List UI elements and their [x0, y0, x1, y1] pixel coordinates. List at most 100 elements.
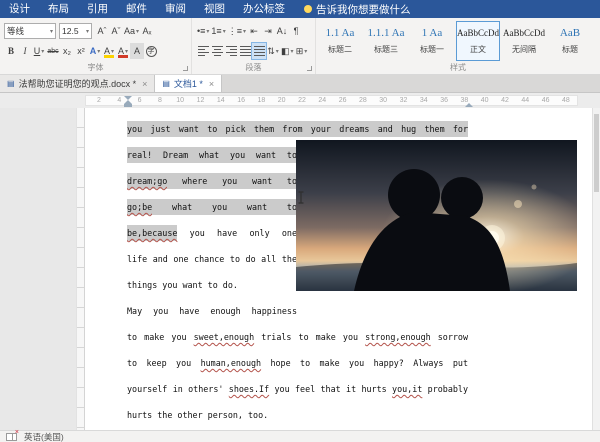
- decrease-indent-icon: ⇤: [250, 27, 258, 36]
- bold-button[interactable]: B: [4, 43, 18, 59]
- lightbulb-icon: [304, 5, 312, 13]
- ribbon-group-styles: 1.1 Aa标题二1.1.1 Aa标题三1 Aa标题一AaBbCcDd正文AaB…: [316, 18, 600, 74]
- align-center-button[interactable]: [210, 43, 224, 59]
- ribbon-tab-5[interactable]: 审阅: [156, 0, 195, 18]
- ruler-number: 22: [298, 97, 306, 104]
- ruler-band: 2468101214161820222426283032343638404244…: [85, 95, 578, 106]
- text-line-3[interactable]: dream;go where you want to: [127, 168, 297, 194]
- italic-button[interactable]: I: [18, 43, 32, 59]
- shading-button[interactable]: ◧▾: [280, 43, 295, 59]
- word-window: 设计布局引用邮件审阅视图办公标签 告诉我你想要做什么 等线 ▾ 12.5 ▾ A…: [0, 0, 600, 442]
- sort-button[interactable]: A↓: [275, 23, 289, 39]
- text-highlight-button[interactable]: A▾: [102, 43, 116, 59]
- inline-image[interactable]: [296, 140, 577, 291]
- justify-button[interactable]: [238, 43, 252, 59]
- ribbon-tab-4[interactable]: 邮件: [117, 0, 156, 18]
- font-size-value: 12.5: [62, 26, 79, 36]
- ribbon-tab-3[interactable]: 引用: [78, 0, 117, 18]
- chevron-down-icon: ▾: [243, 28, 246, 35]
- style-tile-3[interactable]: 1 Aa标题一: [410, 21, 454, 61]
- style-gallery: 1.1 Aa标题二1.1.1 Aa标题三1 Aa标题一AaBbCcDd正文AaB…: [318, 21, 592, 61]
- ribbon-tab-2[interactable]: 布局: [39, 0, 78, 18]
- text-line-7[interactable]: things you want to do.: [127, 272, 297, 298]
- text-line-9[interactable]: to make you sweet,enough trials to make …: [127, 324, 468, 350]
- underline-button[interactable]: U▾: [32, 43, 46, 59]
- style-tile-5[interactable]: AaBbCcDd无间隔: [502, 21, 546, 61]
- text-highlight-icon: A: [104, 47, 110, 56]
- dialog-launcher-icon[interactable]: [183, 66, 188, 71]
- style-tile-2[interactable]: 1.1.1 Aa标题三: [364, 21, 408, 61]
- language-status[interactable]: 英语(美国): [24, 431, 64, 442]
- borders-button[interactable]: ⊞▾: [295, 43, 309, 59]
- multilevel-list-button[interactable]: ⋮≡▾: [227, 23, 247, 39]
- ruler-number: 34: [420, 97, 428, 104]
- paragraph-group-label: 段落: [192, 62, 315, 73]
- font-name-select[interactable]: 等线 ▾: [4, 23, 56, 39]
- text-line-4[interactable]: go;be what you want to: [127, 194, 297, 220]
- chevron-down-icon: ▾: [304, 48, 307, 55]
- borders-icon: ⊞: [296, 47, 304, 56]
- style-tile-6[interactable]: AaB标题: [548, 21, 592, 61]
- document-icon: ▤: [7, 79, 15, 88]
- ribbon-tab-6[interactable]: 视图: [195, 0, 234, 18]
- text-line-10[interactable]: to keep you human,enough hope to make yo…: [127, 350, 468, 376]
- proofing-status-icon[interactable]: [6, 433, 17, 441]
- grow-font-button[interactable]: Aˆ: [95, 23, 109, 39]
- style-tile-4[interactable]: AaBbCcDd正文: [456, 21, 500, 61]
- text-line-12[interactable]: hurts the other person, too.: [127, 402, 468, 428]
- text-line-11[interactable]: yourself in others' shoes.If you feel th…: [127, 376, 468, 402]
- ribbon-tab-bar: 设计布局引用邮件审阅视图办公标签 告诉我你想要做什么: [0, 0, 600, 18]
- scrollbar-thumb[interactable]: [594, 114, 599, 192]
- chevron-down-icon: ▾: [206, 28, 209, 35]
- indent-marker-left[interactable]: [124, 96, 133, 107]
- ruler-number: 10: [176, 97, 184, 104]
- increase-indent-button[interactable]: ⇥: [261, 23, 275, 39]
- shrink-font-button[interactable]: Aˇ: [109, 23, 123, 39]
- vertical-scrollbar[interactable]: [592, 108, 600, 430]
- close-icon[interactable]: ×: [209, 79, 214, 89]
- text-effects-button[interactable]: A▾: [88, 43, 102, 59]
- font-size-select[interactable]: 12.5 ▾: [59, 23, 92, 39]
- ribbon-tab-1[interactable]: 设计: [0, 0, 39, 18]
- superscript-button[interactable]: x²: [74, 43, 88, 59]
- decrease-indent-button[interactable]: ⇤: [247, 23, 261, 39]
- document-tab-2[interactable]: ▤文档1 *×: [155, 75, 222, 92]
- enclose-character-button[interactable]: 字: [144, 43, 158, 59]
- text-line-6[interactable]: life and one chance to do all the: [127, 246, 297, 272]
- style-tile-1[interactable]: 1.1 Aa标题二: [318, 21, 362, 61]
- numbering-button[interactable]: 1≡▾: [210, 23, 226, 39]
- ribbon-tab-7[interactable]: 办公标签: [234, 0, 294, 18]
- text-line-5[interactable]: be,because you have only one: [127, 220, 297, 246]
- close-icon[interactable]: ×: [142, 79, 147, 89]
- dialog-launcher-icon[interactable]: [307, 66, 312, 71]
- document-page[interactable]: you just want to pick them from your dre…: [85, 108, 592, 430]
- char-shading-button[interactable]: A: [130, 43, 144, 59]
- distributed-button[interactable]: [252, 43, 266, 59]
- bullets-button[interactable]: •≡▾: [196, 23, 210, 39]
- text-line-1[interactable]: you just want to pick them from your dre…: [127, 116, 468, 142]
- font-color-button[interactable]: A▾: [116, 43, 130, 59]
- style-name: 标题三: [365, 44, 407, 55]
- ruler-number: 26: [339, 97, 347, 104]
- align-left-button[interactable]: [196, 43, 210, 59]
- font-tools-row2: BIU▾abcx₂x²A▾A▾A▾A字: [4, 43, 158, 59]
- text-line-2[interactable]: real! Dream what you want to: [127, 142, 297, 168]
- document-tab-1[interactable]: ▤法帮助您证明您的观点.docx *×: [0, 75, 155, 92]
- ruler-number: 18: [257, 97, 265, 104]
- change-case-button[interactable]: Aa▾: [123, 23, 140, 39]
- ruler-number: 48: [562, 97, 570, 104]
- enclose-character-icon: 字: [146, 46, 157, 57]
- line-spacing-button[interactable]: ⇅▾: [266, 43, 280, 59]
- paragraph-tools-row1: •≡▾1≡▾⋮≡▾⇤⇥A↓¶: [196, 23, 303, 39]
- text-line-8[interactable]: May you have enough happiness: [127, 298, 297, 324]
- strikethrough-button[interactable]: abc: [46, 43, 60, 59]
- subscript-button[interactable]: x₂: [60, 43, 74, 59]
- clear-formatting-icon: Aₓ: [143, 27, 152, 36]
- paragraph-marks-button[interactable]: ¶: [289, 23, 303, 39]
- align-right-button[interactable]: [224, 43, 238, 59]
- styles-group-label: 样式: [316, 62, 600, 73]
- bullets-icon: •≡: [197, 27, 205, 36]
- tell-me-box[interactable]: 告诉我你想要做什么: [304, 2, 411, 17]
- clear-formatting-button[interactable]: Aₓ: [140, 23, 154, 39]
- chevron-down-icon: ▾: [86, 28, 89, 35]
